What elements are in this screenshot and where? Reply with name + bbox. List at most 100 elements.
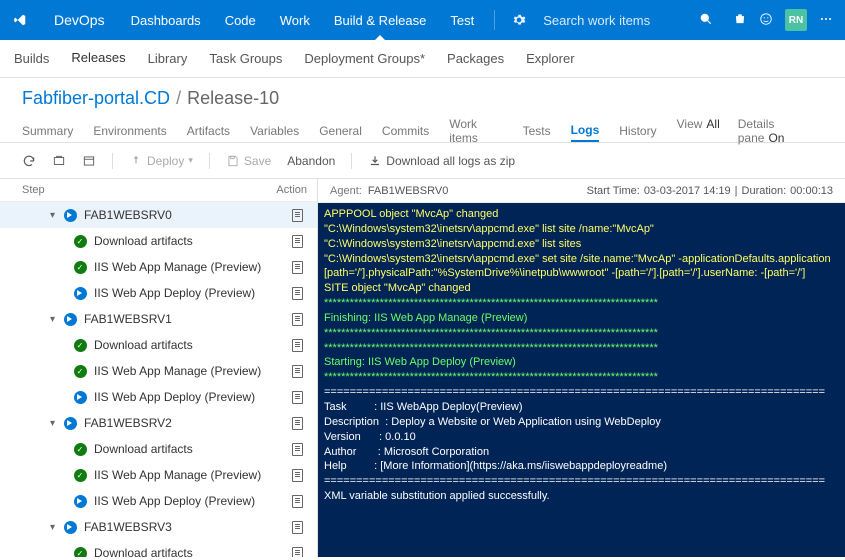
duration-sep: | xyxy=(735,185,738,197)
server-name: FAB1WEBSRV3 xyxy=(84,520,287,534)
server-row[interactable]: ▾ FAB1WEBSRV3 xyxy=(0,514,317,540)
check-icon: ✓ xyxy=(74,235,87,248)
log-icon[interactable] xyxy=(292,391,303,404)
panel-button[interactable] xyxy=(82,154,96,168)
task-name: Download artifacts xyxy=(94,442,287,456)
abandon-button[interactable]: Abandon xyxy=(287,154,335,168)
detail-tab-tests[interactable]: Tests xyxy=(523,119,551,142)
top-nav: DevOps DashboardsCodeWorkBuild & Release… xyxy=(0,0,845,40)
task-row[interactable]: ✓IIS Web App Manage (Preview) xyxy=(0,462,317,488)
task-row[interactable]: ✓ Download artifacts xyxy=(0,228,317,254)
tab-explorer[interactable]: Explorer xyxy=(524,40,576,77)
more-icon[interactable] xyxy=(819,12,833,29)
start-time-value: 03-03-2017 14:19 xyxy=(644,185,731,197)
log-icon[interactable] xyxy=(292,495,303,508)
agent-label: Agent: xyxy=(330,185,362,197)
smiley-icon[interactable] xyxy=(759,12,773,29)
server-row[interactable]: ▾FAB1WEBSRV2 xyxy=(0,410,317,436)
detail-tab-artifacts[interactable]: Artifacts xyxy=(187,119,230,142)
log-body[interactable]: APPPOOL object "MvcAp" changed"C:\Window… xyxy=(318,203,845,557)
task-name: IIS Web App Manage (Preview) xyxy=(94,364,287,378)
shopping-icon[interactable] xyxy=(733,12,747,29)
save-button[interactable]: Save xyxy=(226,154,271,168)
refresh-button[interactable] xyxy=(22,154,36,168)
main-split: Step Action ▾FAB1WEBSRV0✓Download artifa… xyxy=(0,179,845,557)
log-icon[interactable] xyxy=(292,469,303,482)
task-name: Download artifacts xyxy=(94,338,287,352)
log-icon[interactable] xyxy=(292,235,303,248)
tab-library[interactable]: Library xyxy=(146,40,190,77)
task-name: IIS Web App Manage (Preview) xyxy=(94,260,287,274)
detail-tab-summary[interactable]: Summary xyxy=(22,119,73,142)
log-icon[interactable] xyxy=(292,417,303,430)
detail-tab-commits[interactable]: Commits xyxy=(382,119,429,142)
log-icon[interactable] xyxy=(292,365,303,378)
tab-releases[interactable]: Releases xyxy=(69,40,127,77)
log-icon[interactable] xyxy=(292,261,303,274)
task-name: Download artifacts xyxy=(94,234,287,248)
start-time-label: Start Time: xyxy=(587,185,640,197)
nav-divider xyxy=(494,10,495,30)
steps-header: Step Action xyxy=(0,179,317,202)
task-name: IIS Web App Manage (Preview) xyxy=(94,468,287,482)
task-row[interactable]: ✓Download artifacts xyxy=(0,540,317,557)
check-icon: ✓ xyxy=(74,339,87,352)
details-pane-toggle[interactable]: Details paneOn xyxy=(738,117,823,145)
tab-packages[interactable]: Packages xyxy=(445,40,506,77)
breadcrumb-link[interactable]: Fabfiber-portal.CD xyxy=(22,88,170,109)
nav-code[interactable]: Code xyxy=(213,0,268,40)
search-icon[interactable] xyxy=(699,12,713,29)
nav-test[interactable]: Test xyxy=(438,0,486,40)
detail-tab-variables[interactable]: Variables xyxy=(250,119,299,142)
topbar-right: RN xyxy=(721,9,845,31)
log-icon[interactable] xyxy=(292,313,303,326)
log-icon[interactable] xyxy=(292,287,303,300)
tab-task-groups[interactable]: Task Groups xyxy=(207,40,284,77)
search-box[interactable] xyxy=(535,12,721,29)
gear-icon[interactable] xyxy=(503,13,535,27)
server-row[interactable]: ▾FAB1WEBSRV0 xyxy=(0,202,317,228)
task-row[interactable]: ✓Download artifacts xyxy=(0,436,317,462)
detail-tab-work-items[interactable]: Work items xyxy=(449,119,502,142)
log-icon[interactable] xyxy=(292,547,303,558)
check-icon: ✓ xyxy=(74,261,87,274)
task-row[interactable]: IIS Web App Deploy (Preview) xyxy=(0,384,317,410)
task-row[interactable]: ✓ IIS Web App Manage (Preview) xyxy=(0,254,317,280)
log-icon[interactable] xyxy=(292,339,303,352)
col-action: Action xyxy=(276,184,307,196)
detail-tab-logs[interactable]: Logs xyxy=(571,119,600,142)
vs-logo[interactable] xyxy=(0,13,40,27)
log-icon[interactable] xyxy=(292,443,303,456)
col-step: Step xyxy=(22,184,276,196)
task-row[interactable]: ✓IIS Web App Manage (Preview) xyxy=(0,358,317,384)
task-name: IIS Web App Deploy (Preview) xyxy=(94,390,287,404)
task-row[interactable]: IIS Web App Deploy (Preview) xyxy=(0,280,317,306)
avatar[interactable]: RN xyxy=(785,9,807,31)
nav-build-release[interactable]: Build & Release xyxy=(322,0,439,40)
chevron-down-icon[interactable]: ▾ xyxy=(50,418,62,429)
log-icon[interactable] xyxy=(292,209,303,222)
nav-work[interactable]: Work xyxy=(268,0,322,40)
download-logs-button[interactable]: Download all logs as zip xyxy=(368,154,515,168)
chevron-down-icon[interactable]: ▾ xyxy=(50,210,62,221)
tab-builds[interactable]: Builds xyxy=(12,40,51,77)
task-row[interactable]: ✓ Download artifacts xyxy=(0,332,317,358)
agent-value: FAB1WEBSRV0 xyxy=(368,185,449,197)
view-toggle[interactable]: ViewAll xyxy=(677,117,720,145)
toolbar-sep xyxy=(209,153,210,169)
chevron-down-icon[interactable]: ▾ xyxy=(50,314,62,325)
task-row[interactable]: IIS Web App Deploy (Preview) xyxy=(0,488,317,514)
chevron-down-icon[interactable]: ▾ xyxy=(50,522,62,533)
detail-tab-environments[interactable]: Environments xyxy=(93,119,166,142)
detail-tab-general[interactable]: General xyxy=(319,119,362,142)
open-button[interactable] xyxy=(52,154,66,168)
nav-dashboards[interactable]: Dashboards xyxy=(119,0,213,40)
detail-tab-history[interactable]: History xyxy=(619,119,656,142)
brand-label[interactable]: DevOps xyxy=(40,12,119,28)
play-icon xyxy=(64,521,77,534)
search-input[interactable] xyxy=(543,13,683,28)
server-row[interactable]: ▾FAB1WEBSRV1 xyxy=(0,306,317,332)
deploy-button[interactable]: Deploy▾ xyxy=(129,154,193,168)
tab-deployment-groups-[interactable]: Deployment Groups* xyxy=(302,40,427,77)
log-icon[interactable] xyxy=(292,521,303,534)
